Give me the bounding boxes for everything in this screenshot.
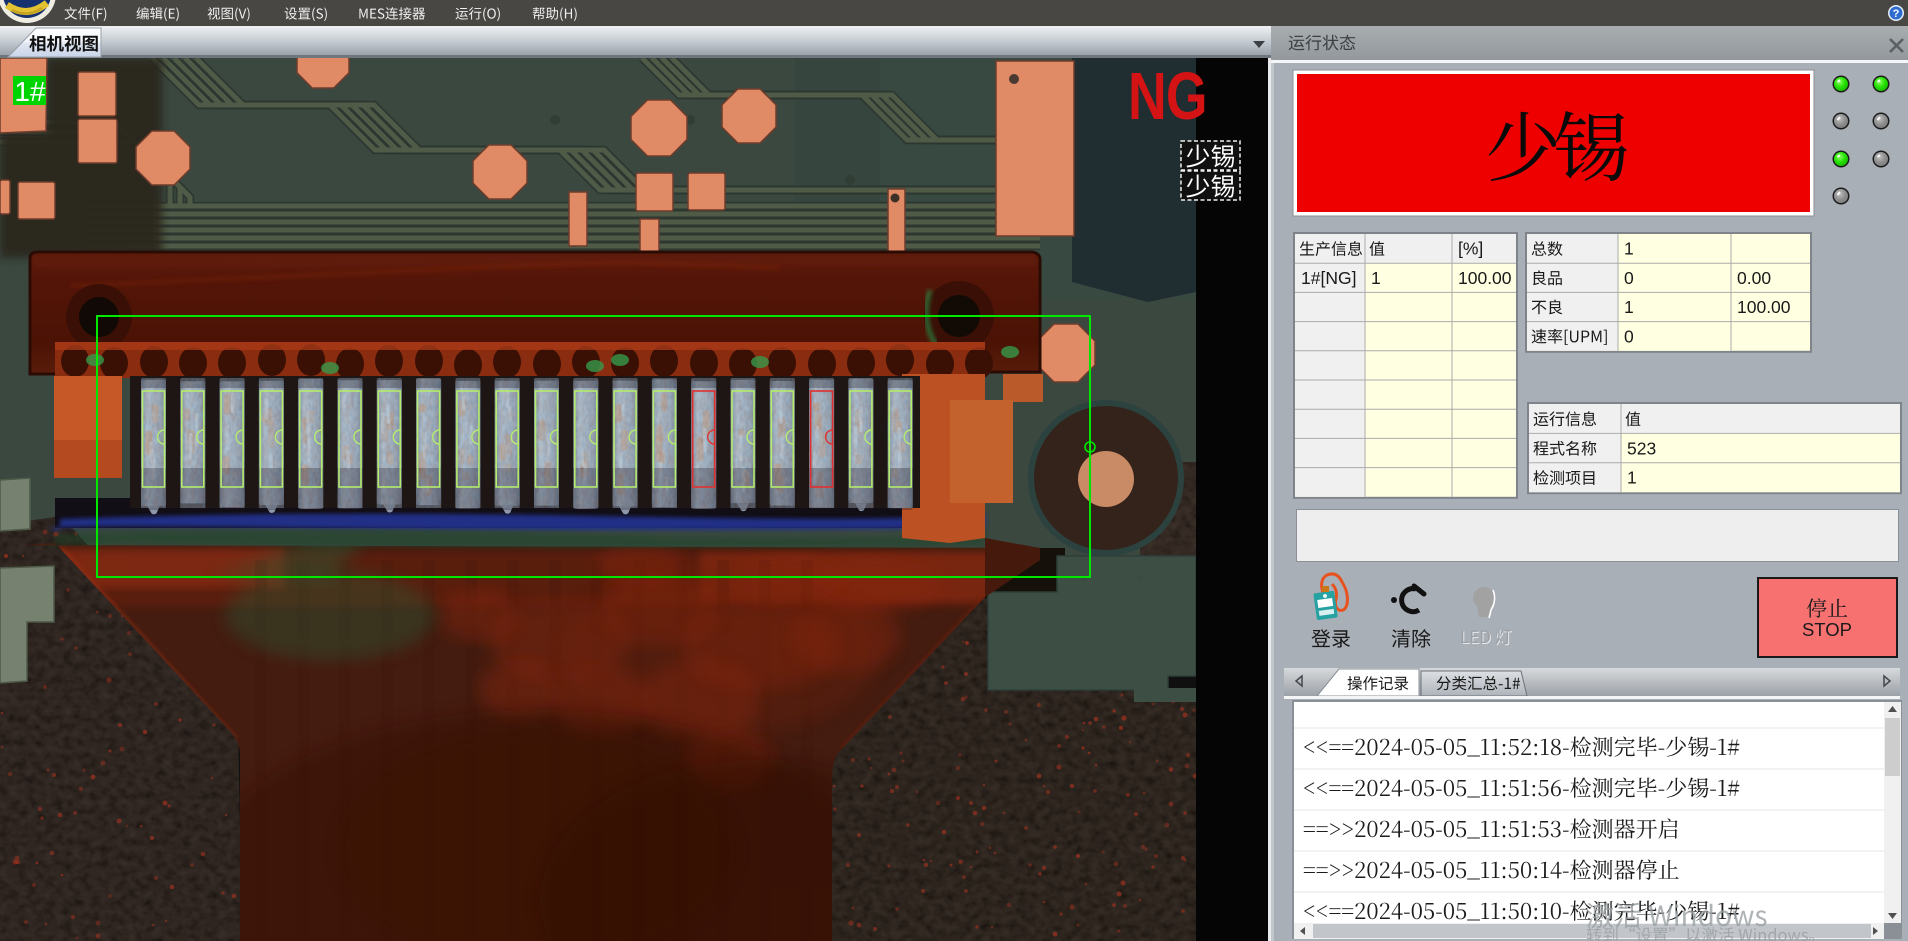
svg-text:?: ?	[1893, 8, 1900, 20]
svg-text:1: 1	[1624, 297, 1634, 317]
svg-text:100.00: 100.00	[1458, 268, 1512, 288]
svg-text:[%]: [%]	[1458, 239, 1483, 259]
svg-text:0: 0	[1624, 326, 1634, 346]
svg-text:0: 0	[1624, 268, 1634, 288]
svg-text:1#: 1#	[14, 76, 46, 107]
svg-text:1: 1	[1624, 239, 1634, 259]
svg-text:STOP: STOP	[1802, 619, 1852, 640]
svg-text:100.00: 100.00	[1737, 297, 1791, 317]
svg-text:523: 523	[1627, 438, 1656, 458]
svg-text:1: 1	[1371, 268, 1381, 288]
svg-text:1#[NG]: 1#[NG]	[1301, 268, 1356, 288]
svg-text:0.00: 0.00	[1737, 268, 1771, 288]
svg-text:NG: NG	[1128, 58, 1207, 133]
svg-text:1: 1	[1627, 468, 1637, 488]
